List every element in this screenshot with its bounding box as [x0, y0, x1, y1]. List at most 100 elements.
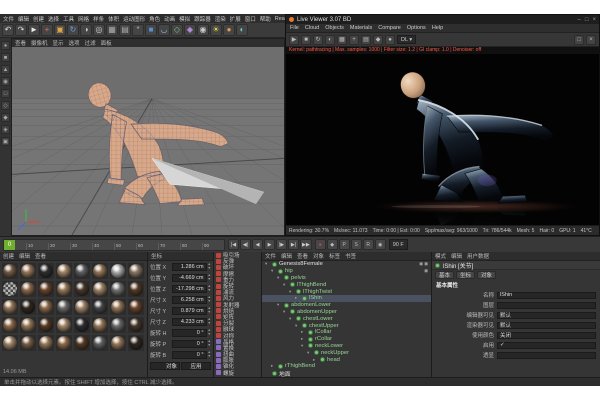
attribute-value-field[interactable]: 默认 [497, 322, 596, 329]
object-manager-menu-item[interactable]: 编辑 [281, 252, 292, 260]
menu-item[interactable]: 扩展 [230, 15, 241, 23]
mode-icon[interactable]: ◉ [1, 77, 10, 86]
live-viewer-menu-item[interactable]: Help [432, 25, 443, 31]
toolbar-icon[interactable]: ↻ [67, 24, 79, 36]
coordinate-value-field[interactable]: 0 ° [172, 329, 207, 337]
toolbar-icon[interactable]: * [132, 24, 144, 36]
menu-item[interactable]: 样条 [93, 15, 104, 23]
toolbar-icon[interactable]: ↷ [15, 24, 27, 36]
attribute-value-field[interactable]: lShin [497, 292, 596, 299]
expand-arrow-icon[interactable]: ▾ [277, 302, 282, 308]
value-stepper[interactable]: ▲▼ [208, 340, 211, 347]
material-thumbnail[interactable] [56, 299, 72, 315]
lv-toolbar-icon[interactable]: ◆ [373, 35, 383, 45]
toolbar-icon[interactable]: ☀ [210, 24, 222, 36]
material-thumbnail[interactable] [74, 317, 90, 333]
coordinate-value-field[interactable]: 0 ° [172, 340, 207, 348]
tree-row[interactable]: ▾ hip ◼ [262, 268, 431, 275]
end-frame-field[interactable]: 90 F [389, 239, 408, 250]
menu-item[interactable]: 跟踪器 [194, 15, 211, 23]
toolbar-icon[interactable]: ◑ [80, 24, 92, 36]
attribute-value-field[interactable] [497, 352, 596, 359]
lv-toolbar-icon[interactable]: + [349, 35, 359, 45]
attribute-value-field[interactable]: 关闭 [497, 332, 596, 339]
value-stepper[interactable]: ▲▼ [208, 307, 211, 314]
force-item[interactable]: 螺旋 [214, 370, 261, 376]
menu-item[interactable]: 渲染 [215, 15, 226, 23]
expand-arrow-icon[interactable]: ▸ [313, 357, 318, 363]
attribute-menu-item[interactable]: 用户数据 [467, 252, 489, 260]
lv-toolbar-icon[interactable]: □ [574, 35, 584, 45]
live-viewer-menu-item[interactable]: Objects [325, 25, 344, 31]
tree-row[interactable]: ▸ lShin [262, 295, 431, 302]
coordinate-value-field[interactable]: 6.258 cm [172, 296, 207, 304]
coordinate-value-field[interactable]: -4.669 cm [172, 274, 207, 282]
expand-arrow-icon[interactable]: ▾ [265, 261, 270, 267]
toolbar-icon[interactable]: ◎ [93, 24, 105, 36]
window-button[interactable]: □ [585, 17, 589, 23]
material-thumbnail[interactable] [110, 335, 126, 351]
object-manager-menu-item[interactable]: 标签 [329, 252, 340, 260]
material-thumbnail[interactable] [74, 299, 90, 315]
coordinate-space-dropdown[interactable]: 对象 [150, 362, 180, 370]
value-stepper[interactable]: ▲▼ [208, 296, 211, 303]
viewport-menu-item[interactable]: 选项 [69, 39, 80, 47]
material-thumbnail[interactable] [74, 263, 90, 279]
toolbar-icon[interactable]: ◡ [158, 24, 170, 36]
material-thumbnail[interactable] [128, 299, 144, 315]
material-thumbnail[interactable] [92, 299, 108, 315]
transport-button[interactable]: |▶ [276, 239, 287, 250]
mode-icon[interactable]: ◆ [1, 113, 10, 122]
lv-toolbar-icon[interactable]: ↻ [313, 35, 323, 45]
viewport-canvas[interactable] [12, 47, 284, 235]
mode-icon[interactable]: ◇ [1, 101, 10, 110]
apply-button[interactable]: 应用 [181, 362, 211, 370]
tree-row[interactable]: ▾ neckUpper [262, 349, 431, 356]
menu-item[interactable]: 文件 [3, 15, 14, 23]
toolbar-icon[interactable]: + [41, 24, 53, 36]
coordinate-value-field[interactable]: 0.879 cm [172, 307, 207, 315]
value-stepper[interactable]: ▲▼ [208, 263, 211, 270]
lv-toolbar-icon[interactable]: ▤ [361, 35, 371, 45]
record-button[interactable]: ● [315, 239, 326, 250]
toolbar-icon[interactable]: ■ [145, 24, 157, 36]
attribute-tab[interactable]: 对象 [477, 271, 496, 279]
material-thumbnail[interactable] [38, 263, 54, 279]
material-thumbnail[interactable] [56, 335, 72, 351]
material-thumbnail[interactable] [20, 299, 36, 315]
viewport-menu-item[interactable]: 摄像机 [31, 39, 48, 47]
toolbar-icon[interactable]: ▣ [54, 24, 66, 36]
tree-row[interactable]: ▾ abdomenUpper [262, 309, 431, 316]
material-thumbnail[interactable] [2, 263, 18, 279]
material-thumbnail[interactable] [38, 335, 54, 351]
mode-icon[interactable]: ▲ [1, 65, 10, 74]
live-viewer-menu-item[interactable]: Cloud [305, 25, 319, 31]
expand-arrow-icon[interactable]: ▾ [283, 282, 288, 288]
expand-arrow-icon[interactable]: ▾ [289, 289, 294, 295]
transport-button[interactable]: ▶▶ [300, 239, 312, 250]
menu-item[interactable]: 角色 [149, 15, 160, 23]
material-menu-item[interactable]: 创建 [3, 252, 14, 260]
transport-button[interactable]: ▶ [264, 239, 275, 250]
menu-item[interactable]: 帮助 [260, 15, 271, 23]
live-viewer-menu-item[interactable]: Compare [378, 25, 401, 31]
material-thumbnail[interactable] [92, 263, 108, 279]
value-stepper[interactable]: ▲▼ [208, 318, 211, 325]
tree-row[interactable]: ▾ chestLower [262, 315, 431, 322]
toolbar-icon[interactable]: ● [223, 24, 235, 36]
material-thumbnail[interactable] [128, 263, 144, 279]
attribute-value-field[interactable]: 默认 [497, 312, 596, 319]
object-manager-menu-item[interactable]: 文件 [265, 252, 276, 260]
material-thumbnail[interactable] [38, 317, 54, 333]
material-thumbnail[interactable] [92, 281, 108, 297]
tree-row[interactable]: ▸ rCollar [262, 336, 431, 343]
mode-icon[interactable]: □ [1, 89, 10, 98]
tree-row[interactable]: ▸ head [262, 356, 431, 363]
lv-toolbar-icon[interactable]: ▶ [289, 35, 299, 45]
viewport-menu-item[interactable]: 查看 [15, 39, 26, 47]
material-thumbnail[interactable] [56, 263, 72, 279]
expand-arrow-icon[interactable]: ▾ [301, 343, 306, 349]
lv-toolbar-icon[interactable]: × [586, 35, 596, 45]
toolbar-icon[interactable]: ↶ [2, 24, 14, 36]
mode-icon[interactable]: ◈ [1, 125, 10, 134]
